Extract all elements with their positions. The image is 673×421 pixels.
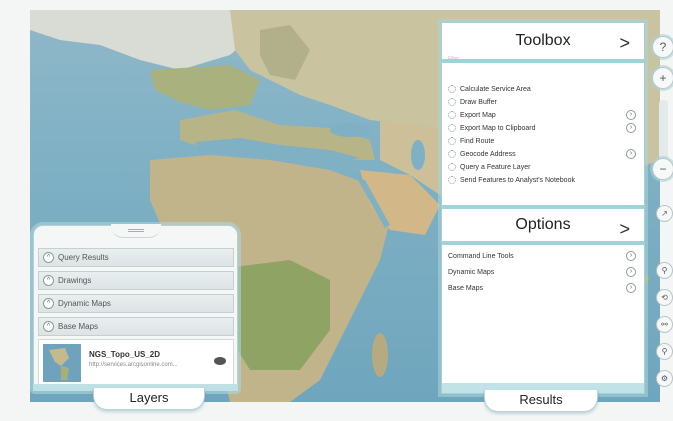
- gear-icon: [448, 111, 456, 119]
- layer-section-label: Query Results: [58, 253, 109, 262]
- basemap-name: NGS_Topo_US_2D: [89, 350, 160, 359]
- zoom-out-button[interactable]: −: [652, 158, 673, 180]
- tool-label: Export Map to Clipboard: [460, 124, 536, 132]
- layers-panel-handle[interactable]: [111, 224, 161, 238]
- gear-icon: [448, 150, 456, 158]
- help-button[interactable]: ?: [652, 36, 673, 58]
- tool-item[interactable]: Find Route: [448, 135, 638, 147]
- chevron-right-icon[interactable]: ›: [626, 110, 636, 120]
- tool-item[interactable]: Calculate Service Area: [448, 83, 638, 95]
- tool-item[interactable]: Export Map ›: [448, 109, 638, 121]
- tool-item[interactable]: Export Map to Clipboard ›: [448, 122, 638, 134]
- chevron-right-icon[interactable]: ›: [626, 123, 636, 133]
- tool-item[interactable]: Geocode Address ›: [448, 148, 638, 160]
- tool-label: Find Route: [460, 137, 495, 145]
- tool-label: Query a Feature Layer: [460, 163, 531, 171]
- option-item[interactable]: Base Maps ›: [448, 282, 638, 294]
- gear-icon: [448, 98, 456, 106]
- layers-tab[interactable]: Layers: [93, 388, 205, 410]
- basemap-thumbnail: [43, 344, 81, 382]
- chevron-right-icon[interactable]: ›: [626, 283, 636, 293]
- tool-icon[interactable]: ⟲: [656, 289, 673, 306]
- zoom-slider[interactable]: [659, 100, 668, 160]
- layer-section-base-maps[interactable]: ^ Base Maps: [38, 317, 234, 336]
- basemap-url: http://services.arcgisonline.com...: [89, 362, 178, 368]
- tool-item[interactable]: Draw Buffer: [448, 96, 638, 108]
- chevron-up-icon: ^: [43, 252, 54, 263]
- results-tab[interactable]: Results: [484, 390, 598, 412]
- gear-icon: [448, 85, 456, 93]
- layer-section-query-results[interactable]: ^ Query Results: [38, 248, 234, 267]
- chevron-right-icon[interactable]: ›: [626, 267, 636, 277]
- tools-panel: Toolbox > Filter Calculate Service Area …: [441, 22, 645, 394]
- toolbox-filter-input[interactable]: Filter: [448, 56, 459, 62]
- tool-icon[interactable]: ⚙: [656, 370, 673, 387]
- tool-label: Draw Buffer: [460, 98, 497, 106]
- chevron-right-icon[interactable]: >: [619, 219, 630, 240]
- grip-icon: [128, 229, 144, 232]
- tool-label: Export Map: [460, 111, 496, 119]
- tool-icon[interactable]: ⚲: [656, 343, 673, 360]
- tool-label: Calculate Service Area: [460, 85, 531, 93]
- options-header[interactable]: Options >: [442, 205, 644, 245]
- gear-icon: [448, 124, 456, 132]
- tool-icon[interactable]: ⚯: [656, 316, 673, 333]
- tool-item[interactable]: Query a Feature Layer: [448, 161, 638, 173]
- tool-label: Geocode Address: [460, 150, 516, 158]
- chevron-right-icon[interactable]: ›: [626, 149, 636, 159]
- option-label: Base Maps: [448, 284, 484, 292]
- app-window: ^ Query Results ^ Drawings ^ Dynamic Map…: [0, 0, 673, 421]
- pan-icon[interactable]: ↗: [656, 205, 673, 222]
- layer-section-label: Dynamic Maps: [58, 299, 111, 308]
- layer-section-label: Base Maps: [58, 322, 99, 331]
- tool-item[interactable]: Send Features to Analyst's Notebook: [448, 174, 638, 186]
- layer-section-label: Drawings: [58, 276, 92, 285]
- tool-icon[interactable]: ⚲: [656, 262, 673, 279]
- chevron-right-icon[interactable]: >: [619, 33, 630, 54]
- gear-icon: [448, 137, 456, 145]
- chevron-right-icon[interactable]: ›: [626, 251, 636, 261]
- gear-icon: [448, 176, 456, 184]
- options-title: Options: [515, 216, 571, 233]
- chevron-up-icon: ^: [43, 298, 54, 309]
- toolbox-title: Toolbox: [515, 32, 571, 49]
- tool-label: Send Features to Analyst's Notebook: [460, 176, 575, 184]
- option-item[interactable]: Command Line Tools ›: [448, 250, 638, 262]
- visibility-eye-icon[interactable]: [214, 357, 226, 365]
- layers-panel: ^ Query Results ^ Drawings ^ Dynamic Map…: [33, 225, 238, 391]
- option-label: Command Line Tools: [448, 252, 514, 260]
- layer-section-drawings[interactable]: ^ Drawings: [38, 271, 234, 290]
- toolbox-header[interactable]: Toolbox >: [442, 23, 644, 63]
- layer-section-dynamic-maps[interactable]: ^ Dynamic Maps: [38, 294, 234, 313]
- chevron-up-icon: ^: [43, 275, 54, 286]
- option-label: Dynamic Maps: [448, 268, 495, 276]
- basemap-item[interactable]: NGS_Topo_US_2D http://services.arcgisonl…: [38, 339, 234, 385]
- gear-icon: [448, 163, 456, 171]
- option-item[interactable]: Dynamic Maps ›: [448, 266, 638, 278]
- chevron-up-icon: ^: [43, 321, 54, 332]
- zoom-in-button[interactable]: +: [652, 67, 673, 89]
